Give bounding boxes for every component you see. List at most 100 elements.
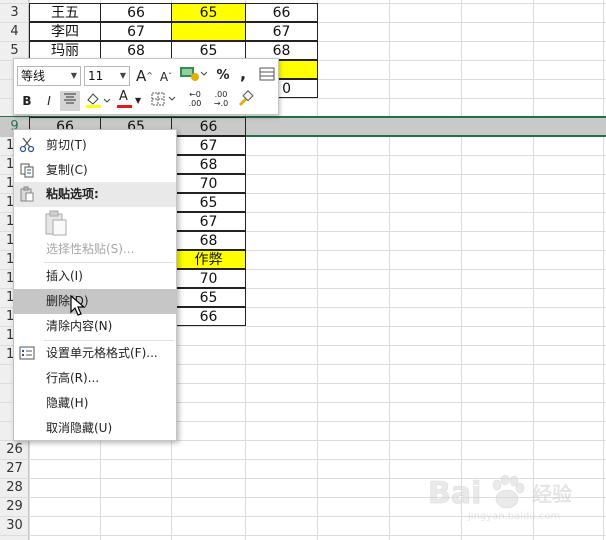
format-painter-icon	[239, 90, 254, 106]
menu-item-cut[interactable]: 剪切(T)	[14, 133, 176, 158]
table-cell[interactable]: 66	[245, 3, 318, 22]
menu-item-label: 插入(I)	[46, 269, 83, 283]
row-number[interactable]: 1	[0, 174, 14, 194]
menu-item-delete[interactable]: 删除(D)	[14, 289, 176, 314]
menu-item-label: 清除内容(N)	[46, 319, 113, 333]
row-number[interactable]: 1	[0, 136, 14, 156]
menu-item-label: 剪切(T)	[46, 138, 87, 152]
table-cell[interactable]: 70	[171, 269, 246, 288]
chevron-down-icon: ▼	[119, 71, 126, 80]
increase-decimal-icon: ←0	[189, 90, 201, 99]
table-cell[interactable]: 68	[171, 231, 246, 250]
row-number[interactable]: 3	[0, 3, 29, 23]
svg-text:经验: 经验	[532, 482, 572, 506]
fill-color-button[interactable]	[84, 91, 112, 111]
increase-font-button[interactable]: A^	[136, 66, 153, 86]
comma-button[interactable]: ,	[236, 64, 250, 84]
menu-item-label: 取消隐藏(U)	[46, 421, 113, 435]
increase-decimal-icon-bottom: .00	[188, 99, 202, 108]
table-cell[interactable]: 66	[171, 307, 246, 326]
font-color-button[interactable]: A ▼	[116, 89, 146, 111]
row-number[interactable]: 28	[0, 478, 29, 498]
borders-icon	[151, 92, 176, 106]
borders-button[interactable]	[150, 91, 180, 111]
row-number[interactable]: 27	[0, 459, 29, 479]
menu-item-hide[interactable]: 隐藏(H)	[14, 391, 176, 416]
decrease-font-button[interactable]: Aˇ	[158, 67, 174, 87]
table-cell[interactable]: 70	[171, 174, 246, 193]
font-color-icon: A	[119, 89, 128, 104]
table-cell[interactable]: 67	[245, 22, 318, 41]
menu-item-label: 复制(C)	[46, 163, 88, 177]
row-number[interactable]: 30	[0, 516, 29, 536]
row-number[interactable]: 29	[0, 497, 29, 517]
format-cells-icon	[19, 346, 35, 360]
row-number[interactable]: 1	[0, 193, 14, 213]
mouse-pointer-icon	[70, 295, 86, 316]
row-number[interactable]: 1	[0, 326, 14, 346]
font-name-box[interactable]: 等线 ▼	[17, 66, 81, 86]
menu-item-label: 粘贴选项:	[46, 187, 99, 201]
table-cell[interactable]: 65	[171, 288, 246, 307]
table-cell[interactable]: 66	[100, 3, 172, 22]
menu-item-label: 隐藏(H)	[46, 396, 89, 410]
menu-item-row-height[interactable]: 行高(R)...	[14, 366, 176, 391]
row-number[interactable]: 1	[0, 288, 14, 308]
menu-item-unhide[interactable]: 取消隐藏(U)	[14, 416, 176, 441]
increase-font-icon: A	[136, 67, 147, 85]
font-size-box[interactable]: 11 ▼	[84, 66, 130, 86]
font-name-value: 等线	[21, 69, 46, 83]
table-cell[interactable]: 65	[171, 3, 246, 22]
font-size-value: 11	[88, 69, 104, 83]
italic-button[interactable]: I	[40, 91, 58, 111]
table-cell[interactable]: 65	[171, 193, 246, 212]
fill-color-icon	[86, 93, 111, 108]
row-number[interactable]: 1	[0, 155, 14, 175]
table-cell[interactable]: 67	[100, 22, 172, 41]
number-format-icon	[180, 67, 208, 81]
context-menu: 剪切(T) 复制(C) 粘贴选项: 选择性粘贴(S)... 插入(I) 删除(D…	[13, 129, 177, 441]
menu-section-paste-options: 粘贴选项:	[14, 182, 176, 207]
table-cell[interactable]: 李四	[29, 22, 101, 41]
format-table-button[interactable]	[258, 66, 276, 86]
decrease-decimal-icon: .00	[214, 90, 228, 99]
percent-button[interactable]: %	[214, 66, 232, 86]
table-cell[interactable]: 68	[171, 155, 246, 174]
table-cell[interactable]: 67	[171, 212, 246, 231]
menu-item-format-cells[interactable]: 设置单元格格式(F)...	[14, 341, 176, 366]
format-painter-button[interactable]	[234, 90, 256, 110]
menu-item-insert[interactable]: 插入(I)	[14, 264, 176, 289]
row-number[interactable]: 4	[0, 22, 29, 42]
table-cell[interactable]	[171, 22, 246, 41]
center-align-button[interactable]	[60, 91, 80, 111]
baidu-paw-logo: Bai 经验 jingyan.baidu.com	[428, 474, 572, 522]
row-number[interactable]: 1	[0, 269, 14, 289]
decrease-decimal-button[interactable]: .00 →.0	[210, 90, 232, 110]
table-cell[interactable]: 66	[171, 117, 246, 136]
decrease-decimal-icon-bottom: →.0	[213, 99, 229, 108]
bold-button[interactable]: B	[18, 91, 36, 111]
table-cell[interactable]: 作弊	[171, 250, 246, 269]
copy-icon	[20, 163, 34, 178]
menu-item-label: 行高(R)...	[46, 371, 100, 385]
row-number[interactable]: 1	[0, 250, 14, 270]
menu-item-label: 设置单元格格式(F)...	[46, 346, 158, 360]
svg-text:Bai: Bai	[428, 476, 481, 511]
row-number[interactable]: 1	[0, 307, 14, 327]
paste-clipboard-icon[interactable]	[44, 210, 68, 236]
clipboard-icon	[20, 186, 34, 202]
row-number[interactable]: 1	[0, 231, 14, 251]
number-format-button[interactable]	[178, 65, 208, 85]
menu-item-paste-special: 选择性粘贴(S)...	[14, 237, 176, 262]
table-cell[interactable]: 67	[171, 136, 246, 155]
menu-item-copy[interactable]: 复制(C)	[14, 158, 176, 183]
mini-toolbar: 等线 ▼ 11 ▼ A^ Aˇ % , B I A ▼ ←0 .00 .00 →…	[13, 58, 279, 115]
increase-decimal-button[interactable]: ←0 .00	[184, 90, 206, 110]
row-number[interactable]: 26	[0, 440, 29, 460]
menu-item-clear-contents[interactable]: 清除内容(N)	[14, 314, 176, 339]
svg-text:jingyan.baidu.com: jingyan.baidu.com	[467, 511, 560, 522]
row-number[interactable]: 1	[0, 345, 14, 365]
scissors-icon	[19, 137, 35, 153]
table-cell[interactable]: 王五	[29, 3, 101, 22]
row-number[interactable]: 1	[0, 212, 14, 232]
